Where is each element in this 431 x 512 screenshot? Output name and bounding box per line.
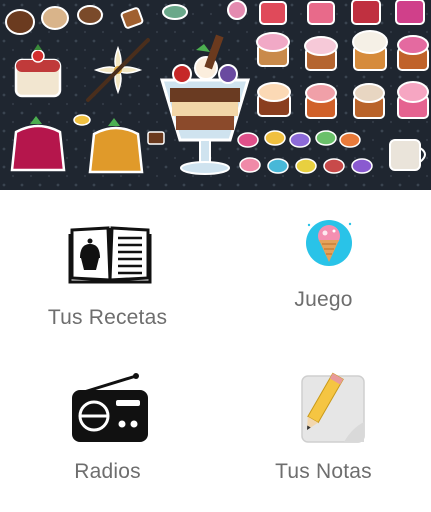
menu-item-game[interactable]: Juego [216,190,431,350]
menu-item-recipes[interactable]: Tus Recetas [0,190,215,350]
recipe-book-icon [68,222,152,289]
menu-label-radios: Radios [74,460,141,483]
menu-item-radios[interactable]: Radios [0,350,215,510]
header-banner [0,0,431,190]
menu-item-notes[interactable]: Tus Notas [216,350,431,510]
notes-pencil-icon [292,370,370,453]
menu-label-notes: Tus Notas [275,460,372,483]
radio-icon [70,372,150,449]
menu-label-recipes: Tus Recetas [47,306,168,329]
ice-cream-icon [304,218,354,273]
menu-label-game: Juego [294,288,353,311]
desserts-illustration [0,0,431,190]
